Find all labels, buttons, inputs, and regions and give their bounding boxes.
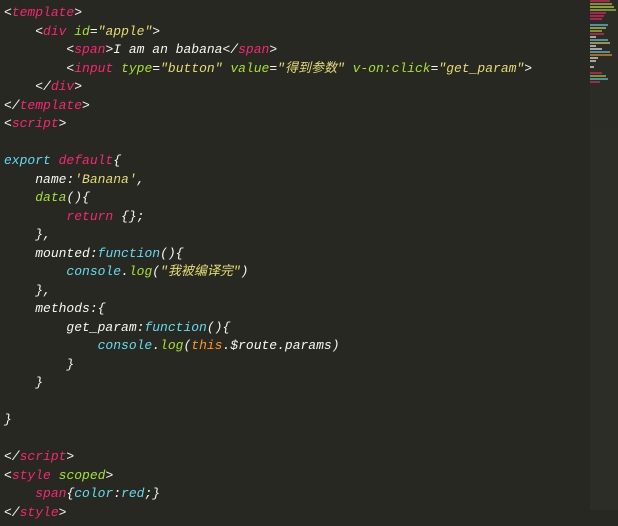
minimap[interactable]	[590, 0, 618, 510]
line: export default{	[4, 153, 121, 168]
line: }	[4, 375, 43, 390]
line	[4, 431, 12, 446]
line: <script>	[4, 116, 66, 131]
line	[4, 394, 12, 409]
line: }	[4, 357, 74, 372]
code-editor[interactable]: <template> <div id="apple"> <span>I am a…	[0, 0, 618, 526]
line: <style scoped>	[4, 468, 113, 483]
line: mounted:function(){	[4, 246, 183, 261]
line: </script>	[4, 449, 74, 464]
line: return {};	[4, 209, 144, 224]
line: <div id="apple">	[4, 24, 160, 39]
line: <template>	[4, 5, 82, 20]
line: get_param:function(){	[4, 320, 230, 335]
line: },	[4, 283, 51, 298]
line: methods:{	[4, 301, 105, 316]
line: </template>	[4, 98, 90, 113]
line: name:'Banana',	[4, 172, 144, 187]
line: </style>	[4, 505, 66, 520]
line: span{color:red;}	[4, 486, 160, 501]
line	[4, 135, 12, 150]
line: <span>I am an babana</span>	[4, 42, 277, 57]
line: </div>	[4, 79, 82, 94]
line: data(){	[4, 190, 90, 205]
line: },	[4, 227, 51, 242]
line: console.log(this.$route.params)	[4, 338, 340, 353]
line: console.log("我被编译完")	[4, 264, 248, 279]
line: }	[4, 412, 12, 427]
line: <input type="button" value="得到参数" v-on:c…	[4, 61, 532, 76]
